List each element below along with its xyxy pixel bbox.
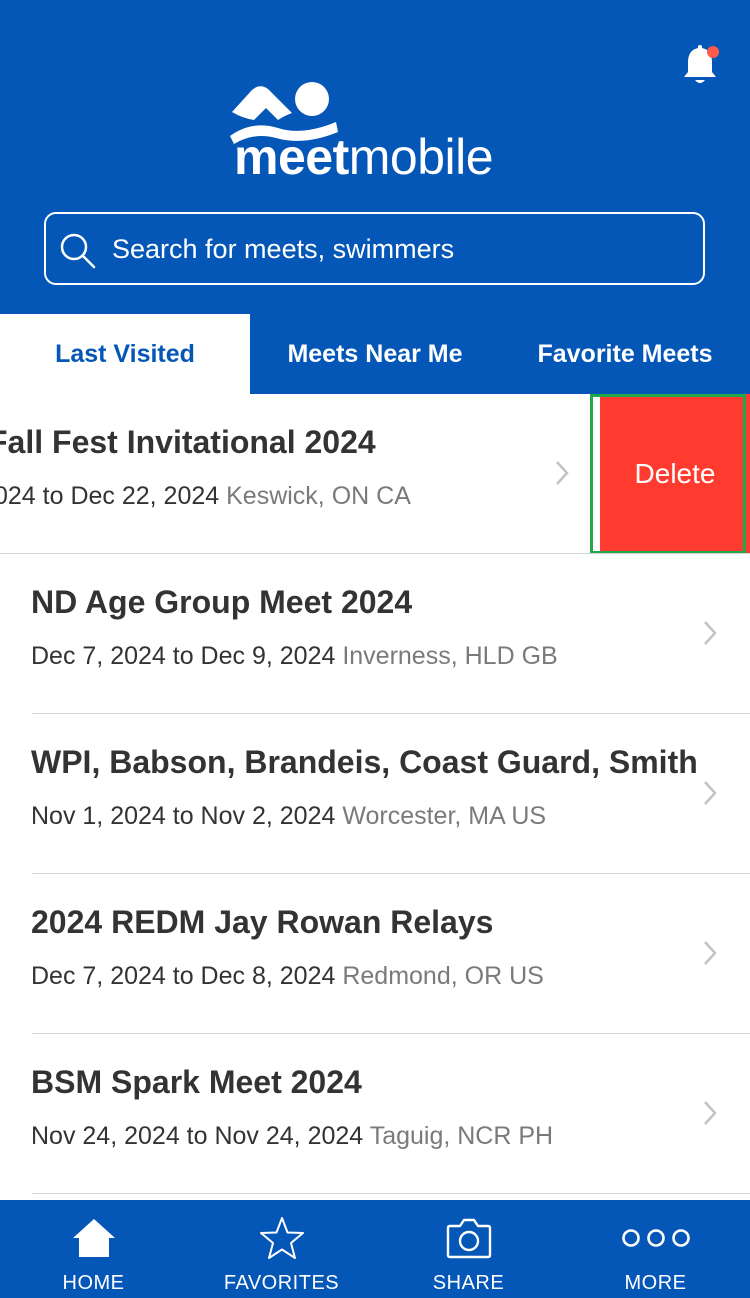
meet-title: 2024 REDM Jay Rowan Relays — [31, 904, 494, 940]
meet-dates: Nov 1, 2024 to Nov 2, 2024 — [31, 802, 336, 830]
chevron-right-icon — [556, 461, 569, 485]
meet-details: Nov 24, 2024 to Nov 24, 2024 Taguig, NCR… — [31, 1122, 553, 1151]
meet-row[interactable]: WPI, Babson, Brandeis, Coast Guard, Smit… — [0, 714, 750, 874]
meet-row-swiped[interactable]: Fall Fest Invitational 2024 024 to Dec 2… — [0, 394, 750, 554]
meet-dates: Dec 7, 2024 to Dec 8, 2024 — [31, 962, 336, 990]
nav-share[interactable]: SHARE — [375, 1200, 562, 1298]
star-icon — [259, 1217, 304, 1259]
nav-more[interactable]: MORE — [562, 1200, 749, 1298]
home-icon — [72, 1219, 115, 1257]
row-divider — [32, 1193, 750, 1194]
meet-tabs: Last Visited Meets Near Me Favorite Meet… — [0, 314, 750, 394]
meet-details: 024 to Dec 22, 2024 Keswick, ON CA — [0, 482, 411, 511]
bottom-nav: HOME FAVORITES SHARE MORE — [0, 1200, 750, 1298]
camera-icon — [446, 1218, 491, 1259]
meet-dates: Nov 24, 2024 to Nov 24, 2024 — [31, 1122, 364, 1150]
chevron-right-icon — [704, 621, 717, 645]
meet-dates: Dec 7, 2024 to Dec 9, 2024 — [31, 642, 336, 670]
delete-button[interactable]: Delete — [600, 394, 750, 554]
meet-details: Dec 7, 2024 to Dec 9, 2024 Inverness, HL… — [31, 642, 558, 671]
search-placeholder: Search for meets, swimmers — [112, 234, 455, 264]
notification-badge — [707, 46, 719, 58]
nav-home[interactable]: HOME — [0, 1200, 187, 1298]
nav-more-label: MORE — [624, 1272, 687, 1294]
chevron-right-icon — [704, 1101, 717, 1125]
meet-title: Fall Fest Invitational 2024 — [0, 424, 376, 460]
meet-row[interactable]: ND Age Group Meet 2024 Dec 7, 2024 to De… — [0, 554, 750, 714]
meet-location: Taguig, NCR PH — [369, 1122, 554, 1150]
tab-meets-near-me[interactable]: Meets Near Me — [250, 314, 500, 394]
app-header: meetmobile Search for meets, swimmers La… — [0, 0, 750, 394]
meet-title: ND Age Group Meet 2024 — [31, 584, 413, 620]
meet-location: Inverness, HLD GB — [342, 642, 558, 670]
meet-row[interactable]: BSM Spark Meet 2024 Nov 24, 2024 to Nov … — [0, 1034, 750, 1194]
meet-list: Fall Fest Invitational 2024 024 to Dec 2… — [0, 394, 750, 1200]
meet-location: Keswick, ON CA — [226, 482, 411, 510]
meet-details: Nov 1, 2024 to Nov 2, 2024 Worcester, MA… — [31, 802, 546, 831]
notifications-button[interactable] — [680, 44, 720, 88]
more-icon — [621, 1229, 690, 1247]
search-bar[interactable]: Search for meets, swimmers — [44, 212, 705, 285]
nav-favorites-label: FAVORITES — [223, 1272, 340, 1294]
meet-location: Redmond, OR US — [342, 962, 544, 990]
nav-home-label: HOME — [62, 1272, 125, 1294]
nav-favorites[interactable]: FAVORITES — [188, 1200, 375, 1298]
meet-location: Worcester, MA US — [342, 802, 547, 830]
chevron-right-icon — [704, 781, 717, 805]
meet-row[interactable]: 2024 REDM Jay Rowan Relays Dec 7, 2024 t… — [0, 874, 750, 1034]
search-icon — [60, 233, 96, 269]
nav-share-label: SHARE — [432, 1272, 505, 1294]
meet-dates: 024 to Dec 22, 2024 — [0, 482, 220, 510]
tab-favorite-meets[interactable]: Favorite Meets — [500, 314, 750, 394]
chevron-right-icon — [704, 941, 717, 965]
meetmobile-logo: meetmobile — [226, 80, 526, 185]
logo-wordmark: meetmobile — [234, 129, 494, 185]
tab-last-visited[interactable]: Last Visited — [0, 314, 250, 394]
meet-title: WPI, Babson, Brandeis, Coast Guard, Smit… — [31, 744, 698, 780]
meet-title: BSM Spark Meet 2024 — [31, 1064, 362, 1100]
meet-details: Dec 7, 2024 to Dec 8, 2024 Redmond, OR U… — [31, 962, 544, 991]
